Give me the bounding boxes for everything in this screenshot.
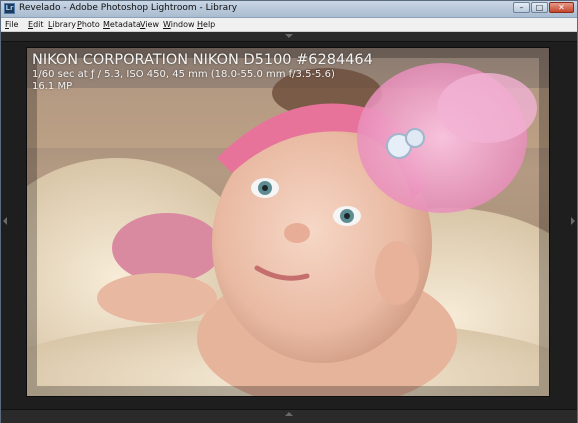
menu-library-label: ibrary (52, 20, 76, 29)
filmstrip-toggle-icon[interactable] (285, 412, 293, 416)
menu-view-label: iew (145, 20, 159, 29)
exposure-info: 1/60 sec at ƒ / 5.3, ISO 450, 45 mm (18.… (32, 69, 335, 80)
close-button[interactable]: ✕ (549, 2, 574, 13)
minimize-button[interactable]: – (513, 2, 530, 13)
menu-metadata-label: etadata (109, 20, 141, 29)
baby-photo-image (27, 48, 549, 396)
right-panel-toggle-icon[interactable] (571, 217, 575, 225)
lightroom-window: Lr Revelado - Adobe Photoshop Lightroom … (0, 0, 578, 423)
menu-window-label: indow (170, 20, 195, 29)
menu-metadata[interactable]: Metadata (103, 20, 141, 29)
menu-window-mnemonic: W (163, 20, 171, 29)
menu-photo-label: hoto (81, 20, 100, 29)
menu-file[interactable]: File (5, 20, 18, 29)
maximize-button[interactable]: □ (531, 2, 548, 13)
menu-library[interactable]: Library (48, 20, 76, 29)
top-panel-collapsed[interactable] (1, 32, 577, 42)
top-panel-toggle-icon[interactable] (285, 34, 293, 38)
menu-photo[interactable]: Photo (77, 20, 100, 29)
menu-metadata-mnemonic: M (103, 20, 110, 29)
menu-window[interactable]: Window (163, 20, 195, 29)
menu-edit[interactable]: Edit (28, 20, 44, 29)
camera-info-title: NIKON CORPORATION NIKON D5100 #6284464 (32, 52, 373, 68)
megapixels-info: 16.1 MP (32, 81, 73, 92)
loupe-photo[interactable]: NIKON CORPORATION NIKON D5100 #6284464 1… (27, 48, 549, 396)
menu-file-label: ile (9, 20, 19, 29)
loupe-info-overlay: NIKON CORPORATION NIKON D5100 #6284464 1… (32, 51, 373, 93)
menu-edit-label: dit (33, 20, 44, 29)
menu-bar: File Edit Library Photo Metadata View Wi… (1, 18, 577, 32)
menu-help-label: elp (203, 20, 216, 29)
left-panel-toggle-icon[interactable] (3, 217, 7, 225)
filmstrip-panel-collapsed[interactable] (1, 409, 577, 423)
lightroom-app-icon[interactable]: Lr (4, 3, 15, 14)
window-title: Revelado - Adobe Photoshop Lightroom - L… (19, 3, 238, 13)
title-bar[interactable]: Lr Revelado - Adobe Photoshop Lightroom … (1, 1, 577, 18)
window-controls: – □ ✕ (512, 2, 574, 15)
menu-view[interactable]: View (140, 20, 159, 29)
menu-help[interactable]: Help (197, 20, 215, 29)
